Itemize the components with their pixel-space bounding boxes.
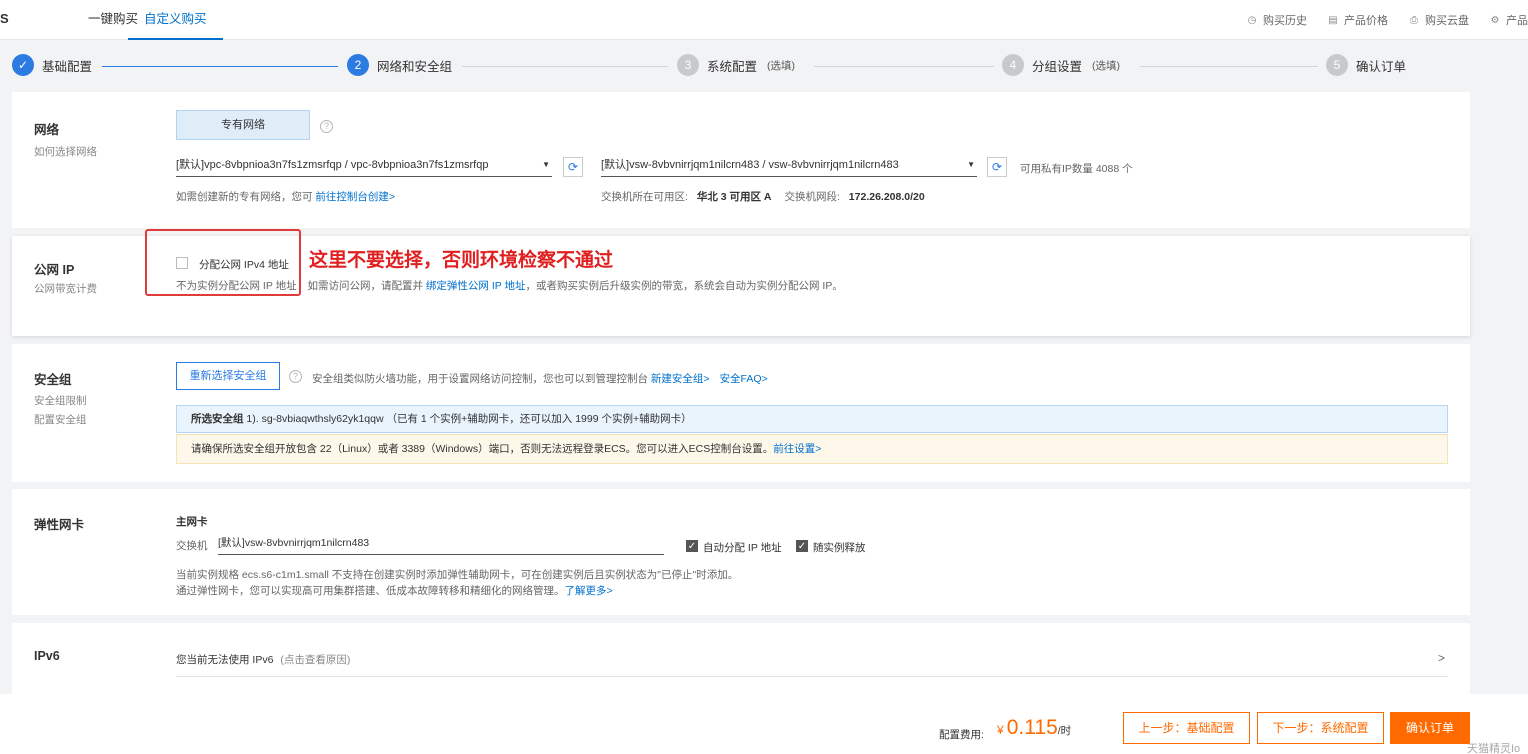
product-link[interactable]: ⚙ 产品 xyxy=(1489,12,1528,28)
watermark: 天猫精灵Io xyxy=(1467,743,1521,754)
auto-ip-checkbox[interactable]: ✓ xyxy=(686,540,698,552)
footer-bar: 配置费用: ¥ 0.115/时 上一步：基础配置 下一步：系统配置 确认订单 xyxy=(0,694,1528,754)
security-group-panel: 安全组 安全组限制 配置安全组 重新选择安全组 ? 安全组类似防火墙功能，用于设… xyxy=(12,344,1470,482)
auto-ip-label: 自动分配 IP 地址 xyxy=(703,542,782,554)
goto-settings-link[interactable]: 前往设置> xyxy=(773,443,821,455)
top-bar: S 一键购买 自定义购买 ◷ 购买历史 ▤ 产品价格 ⎙ 购买云盘 ⚙ 产品 xyxy=(0,0,1528,40)
step-confirm-order[interactable]: 5 确认订单 xyxy=(1326,54,1406,76)
confirm-order-button[interactable]: 确认订单 xyxy=(1390,712,1470,744)
bandwidth-billing-label: 公网带宽计费 xyxy=(34,283,97,295)
vswitch-select[interactable]: [默认]vsw-8vbvnirrjqm1nilcrn483 / vsw-8vbv… xyxy=(601,155,977,177)
clock-icon: ◷ xyxy=(1247,14,1257,26)
disk-icon: ⎙ xyxy=(1410,14,1418,26)
ipv6-row[interactable]: 您当前无法使用 IPv6 (点击查看原因) xyxy=(176,652,350,667)
eni-title: 弹性网卡 xyxy=(34,518,85,532)
bind-eip-link[interactable]: 绑定弹性公网 IP 地址 xyxy=(426,280,526,292)
eni-note-1: 当前实例规格 ecs.s6-c1m1.small 不支持在创建实例时添加弹性辅助… xyxy=(176,569,739,581)
available-ip-count: 可用私有IP数量 4088 个 xyxy=(1020,163,1133,175)
network-title: 网络 xyxy=(34,123,60,137)
step-group-settings[interactable]: 4 分组设置 (选填) xyxy=(1002,54,1120,76)
help-icon[interactable]: ? xyxy=(320,120,333,133)
page-margin xyxy=(1470,92,1528,692)
annotation-text: 这里不要选择，否则环境检察不通过 xyxy=(309,249,614,271)
purchase-history-link[interactable]: ◷ 购买历史 xyxy=(1246,12,1307,28)
step-connector xyxy=(102,66,338,67)
selected-security-group-bar: 所选安全组 1). sg-8vbiaqwthsly62yk1qqw （已有 1 … xyxy=(176,405,1448,433)
network-panel: 网络 如何选择网络 专有网络 ? [默认]vpc-8vbpnioa3n7fs1z… xyxy=(12,92,1470,228)
help-icon[interactable]: ? xyxy=(289,370,302,383)
reselect-security-group-button[interactable]: 重新选择安全组 xyxy=(176,362,280,390)
refresh-icon[interactable]: ⟳ xyxy=(987,157,1007,177)
eni-panel: 弹性网卡 主网卡 交换机 [默认]vsw-8vbvnirrjqm1nilcrn4… xyxy=(12,489,1470,615)
eni-switch-select[interactable]: [默认]vsw-8vbvnirrjqm1nilcrn483 xyxy=(218,533,664,555)
security-group-title: 安全组 xyxy=(34,373,72,387)
security-group-limit-link[interactable]: 安全组限制 xyxy=(34,393,87,408)
security-port-warning: 请确保所选安全组开放包含 22（Linux）或者 3389（Windows）端口… xyxy=(176,434,1448,464)
configure-security-group-link[interactable]: 配置安全组 xyxy=(34,412,87,427)
next-step-button[interactable]: 下一步：系统配置 xyxy=(1257,712,1384,744)
ipv6-title: IPv6 xyxy=(34,649,60,663)
annotation-highlight-box xyxy=(145,229,301,296)
divider xyxy=(176,676,1448,677)
chevron-down-icon: ▼ xyxy=(967,160,975,169)
step-connector xyxy=(814,66,994,67)
release-with-instance-label: 随实例释放 xyxy=(813,542,866,554)
refresh-icon[interactable]: ⟳ xyxy=(563,157,583,177)
buy-disk-link[interactable]: ⎙ 购买云盘 xyxy=(1408,12,1469,28)
fee-label: 配置费用: xyxy=(939,729,984,741)
security-group-desc: 安全组类似防火墙功能，用于设置网络访问控制，您也可以到管理控制台 新建安全组> 安… xyxy=(312,373,768,385)
prev-step-button[interactable]: 上一步：基础配置 xyxy=(1123,712,1250,744)
vpc-select[interactable]: [默认]vpc-8vbpnioa3n7fs1zmsrfqp / vpc-8vbp… xyxy=(176,155,552,177)
public-ip-panel: 公网 IP 公网带宽计费 分配公网 IPv4 地址 不为实例分配公网 IP 地址… xyxy=(12,229,1470,336)
vpc-tab[interactable]: 专有网络 xyxy=(176,110,310,140)
step-indicator: ✓ 基础配置 2 网络和安全组 3 系统配置 (选填) 4 分组设置 (选填) … xyxy=(0,40,1528,92)
vswitch-info: 交换机所在可用区: 华北 3 可用区 A 交换机网段: 172.26.208.0… xyxy=(601,191,925,203)
create-vpc-link[interactable]: 前往控制台创建> xyxy=(315,191,395,203)
ipv6-panel: IPv6 您当前无法使用 IPv6 (点击查看原因) > xyxy=(12,623,1470,694)
product-price-link[interactable]: ▤ 产品价格 xyxy=(1327,12,1388,28)
step-basic-config[interactable]: ✓ 基础配置 xyxy=(12,54,92,76)
vpc-hint: 如需创建新的专有网络，您可 前往控制台创建> xyxy=(176,191,396,203)
step-network-security[interactable]: 2 网络和安全组 xyxy=(347,54,452,76)
chevron-down-icon: ▼ xyxy=(542,160,550,169)
learn-more-link[interactable]: 了解更多> xyxy=(565,585,613,597)
public-ip-title: 公网 IP xyxy=(34,263,75,277)
step-connector xyxy=(462,66,668,67)
primary-eni-label: 主网卡 xyxy=(176,516,208,528)
security-faq-link[interactable]: 安全FAQ> xyxy=(720,373,768,385)
step-system-config[interactable]: 3 系统配置 (选填) xyxy=(677,54,795,76)
fee-value: ¥ 0.115/时 xyxy=(997,716,1072,739)
check-icon: ✓ xyxy=(12,54,34,76)
gear-icon: ⚙ xyxy=(1490,14,1500,26)
new-security-group-link[interactable]: 新建安全组> xyxy=(651,373,710,385)
release-with-instance-checkbox[interactable]: ✓ xyxy=(796,540,808,552)
step-connector xyxy=(1140,66,1318,67)
eni-note-2: 通过弹性网卡，您可以实现高可用集群搭建、低成本故障转移和精细化的网络管理。了解更… xyxy=(176,585,613,597)
network-help-link[interactable]: 如何选择网络 xyxy=(34,144,97,159)
brand: S xyxy=(0,11,9,26)
tab-custom-buy[interactable]: 自定义购买 xyxy=(128,0,223,40)
switch-label: 交换机 xyxy=(176,540,208,552)
document-icon: ▤ xyxy=(1328,14,1338,26)
chevron-right-icon[interactable]: > xyxy=(1438,651,1445,665)
